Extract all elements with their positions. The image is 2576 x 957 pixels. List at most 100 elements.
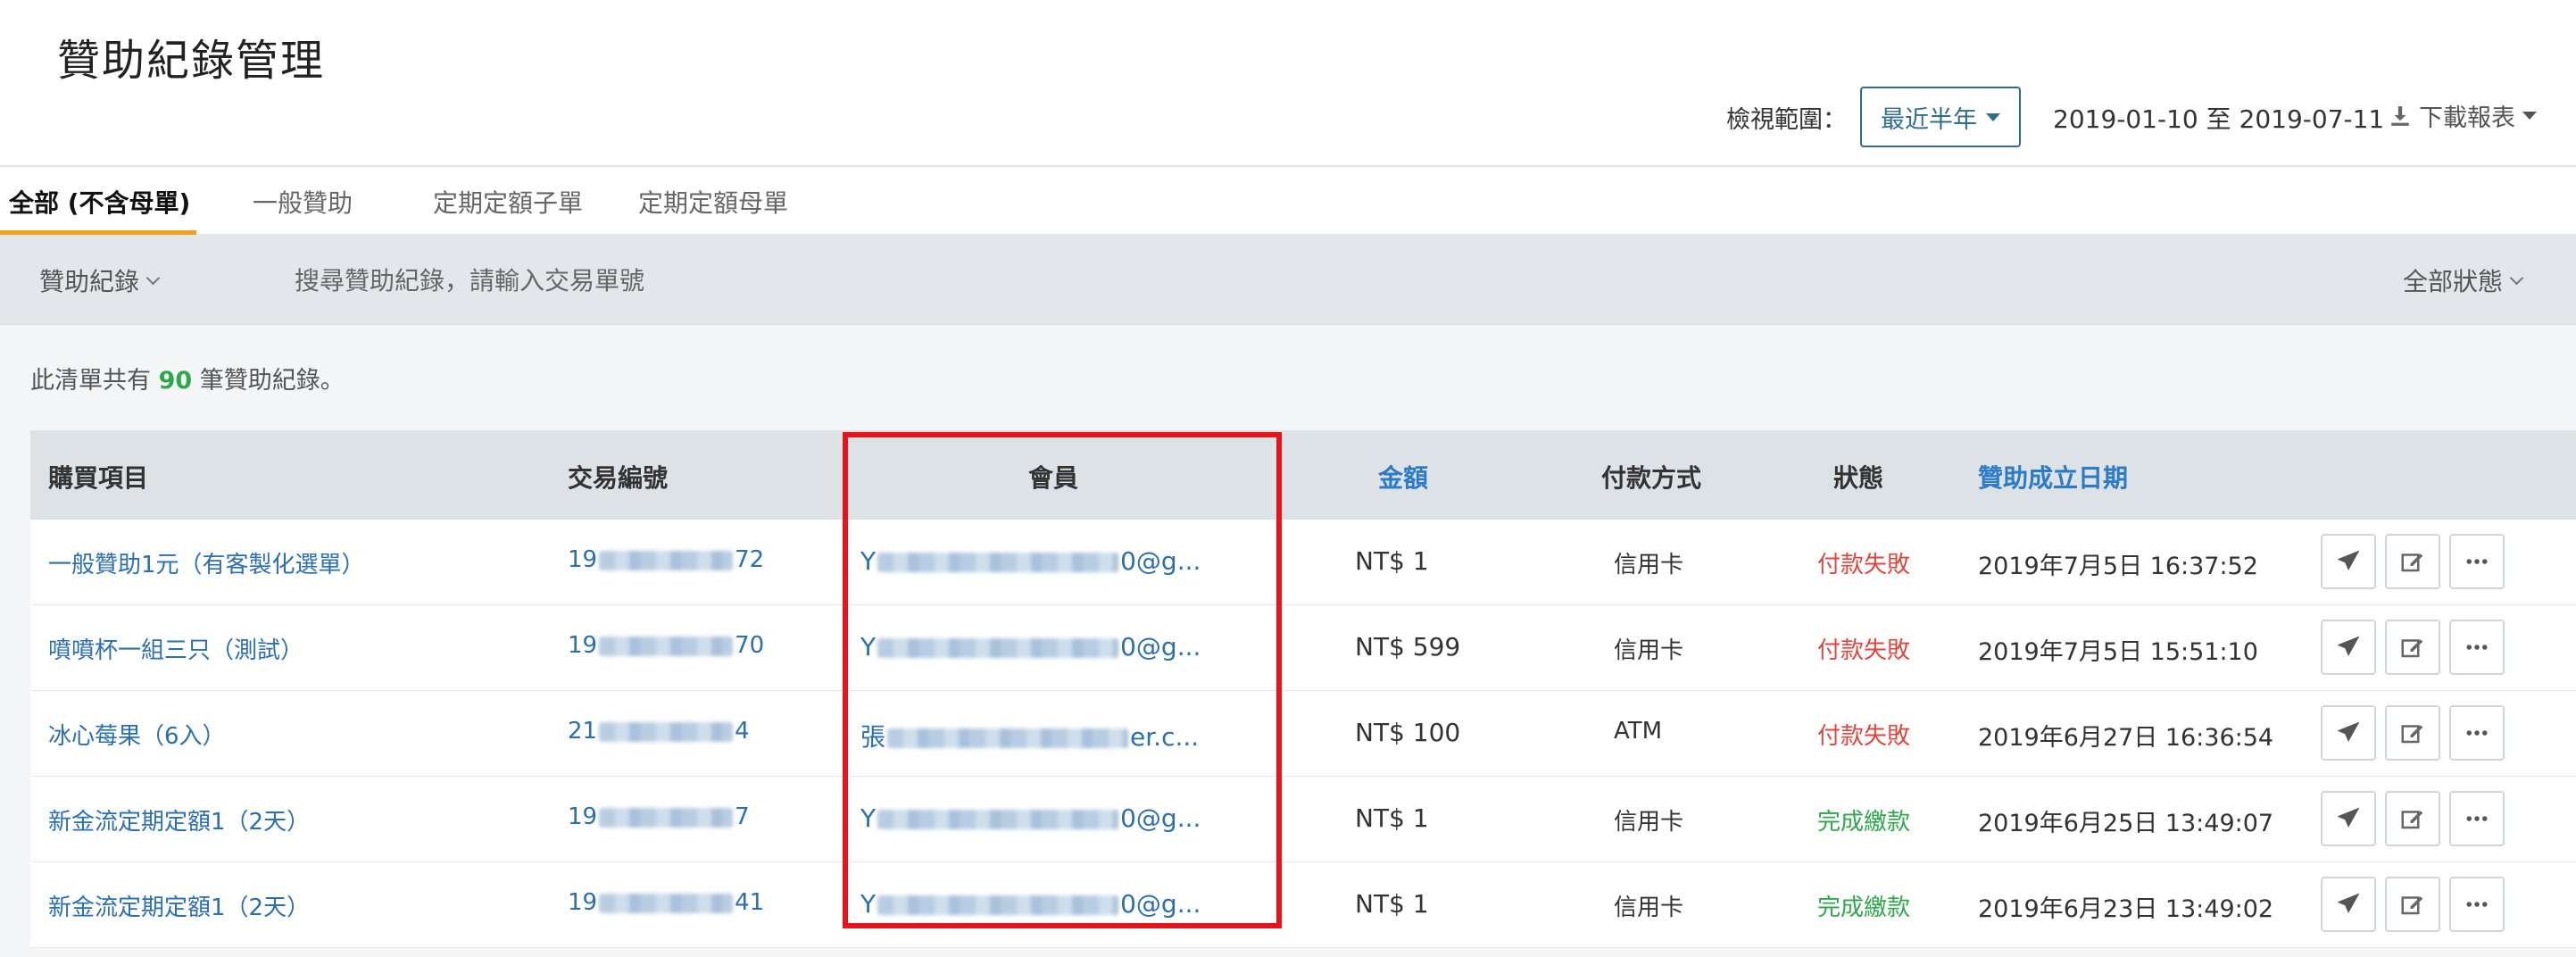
row-actions: [2321, 620, 2505, 675]
range-select[interactable]: 最近半年: [1860, 87, 2021, 147]
chevron-down-icon: [145, 270, 161, 285]
tab-general[interactable]: 一般贊助: [253, 184, 353, 234]
row-date: 2019年6月23日 13:49:02: [1978, 895, 2274, 923]
header-date-sort[interactable]: 贊助成立日期: [1978, 459, 2128, 495]
edit-button[interactable]: [2385, 534, 2440, 589]
member-start: Y: [860, 889, 877, 919]
more-button[interactable]: [2449, 791, 2505, 846]
member-start: Y: [860, 803, 877, 833]
txn-id-end: 72: [735, 546, 765, 573]
edit-button[interactable]: [2385, 620, 2440, 675]
row-payment: 信用卡: [1614, 895, 1684, 921]
row-amount: NT$ 1: [1355, 546, 1429, 576]
edit-button[interactable]: [2385, 705, 2440, 761]
edit-icon: [2401, 725, 2423, 744]
row-amount: NT$ 1: [1355, 889, 1429, 919]
row-item-link[interactable]: 噴噴杯一組三只（測試）: [48, 632, 303, 665]
redacted-block: [877, 638, 1119, 658]
summary-prefix: 此清單共有: [30, 367, 151, 395]
edit-icon: [2401, 896, 2423, 915]
active-tab-indicator: [0, 230, 196, 235]
member-start: Y: [860, 546, 877, 576]
redacted-block: [887, 728, 1129, 748]
edit-button[interactable]: [2385, 791, 2440, 846]
edit-button[interactable]: [2385, 877, 2440, 932]
record-summary: 此清單共有 90 筆贊助紀錄。: [30, 361, 345, 395]
paper-plane-icon: [2337, 636, 2360, 656]
more-dots-icon: [2466, 645, 2488, 650]
send-button[interactable]: [2321, 791, 2376, 846]
table-row: 噴噴杯一組三只（測試） 19 70 Y 0@g... NT$ 599 信用卡 付款失敗 2019…: [30, 605, 2576, 691]
header-txn: 交易編號: [568, 463, 669, 493]
row-payment: 信用卡: [1614, 637, 1684, 664]
send-button[interactable]: [2321, 705, 2376, 761]
more-button[interactable]: [2449, 877, 2505, 932]
record-type-label: 贊助紀錄: [39, 267, 140, 296]
send-button[interactable]: [2321, 877, 2376, 932]
more-button[interactable]: [2449, 620, 2505, 675]
txn-id-end: 4: [735, 718, 750, 745]
tab-all[interactable]: 全部 (不含母單): [9, 184, 190, 234]
more-dots-icon: [2466, 902, 2488, 907]
txn-id-start: 19: [568, 803, 598, 830]
tab-recurring-parent[interactable]: 定期定額母單: [638, 184, 788, 234]
send-button[interactable]: [2321, 534, 2376, 589]
tab-recurring-child[interactable]: 定期定額子單: [433, 184, 583, 234]
record-count: 90: [158, 367, 193, 395]
row-item-link[interactable]: 一般贊助1元（有客製化選單）: [48, 546, 365, 579]
more-dots-icon: [2466, 816, 2488, 821]
row-payment: 信用卡: [1614, 809, 1684, 836]
row-amount: NT$ 100: [1355, 718, 1461, 747]
row-txn-id[interactable]: 19 70: [568, 632, 764, 659]
caret-down-icon: [1986, 112, 2000, 121]
header-status: 狀態: [1833, 463, 1884, 493]
table-row: 一般贊助1元（有客製化選單） 19 72 Y 0@g... NT$ 1 信用卡 付款失敗 201…: [30, 520, 2576, 605]
member-end: 0@g...: [1120, 546, 1201, 576]
row-member-link[interactable]: Y 0@g...: [860, 632, 1244, 662]
txn-id-start: 19: [568, 632, 598, 659]
member-end: 0@g...: [1120, 803, 1201, 833]
more-button[interactable]: [2449, 705, 2505, 761]
member-end: 0@g...: [1120, 889, 1201, 919]
paper-plane-icon: [2337, 893, 2360, 913]
row-member-link[interactable]: 張 er.c...: [860, 718, 1244, 753]
row-amount: NT$ 599: [1355, 632, 1461, 662]
row-txn-id[interactable]: 19 7: [568, 803, 750, 830]
paper-plane-icon: [2337, 550, 2360, 570]
row-item-link[interactable]: 新金流定期定額1（2天）: [48, 889, 310, 922]
table-row: 新金流定期定額1（2天） 19 41 Y 0@g... NT$ 1 信用卡 完成繳款 2019年…: [30, 862, 2576, 948]
member-end: 0@g...: [1120, 632, 1201, 662]
download-icon: [2391, 105, 2409, 126]
row-date: 2019年6月27日 16:36:54: [1978, 724, 2274, 752]
row-txn-id[interactable]: 19 41: [568, 889, 764, 916]
status-filter-dropdown[interactable]: 全部狀態: [2403, 262, 2524, 298]
row-member-link[interactable]: Y 0@g...: [860, 889, 1244, 919]
row-item-link[interactable]: 新金流定期定額1（2天）: [48, 803, 310, 836]
more-dots-icon: [2466, 730, 2488, 736]
row-actions: [2321, 877, 2505, 932]
header-amount-sort[interactable]: 金額: [1378, 459, 1428, 495]
redacted-block: [877, 553, 1119, 572]
txn-id-end: 41: [735, 889, 765, 916]
txn-id-start: 21: [568, 718, 598, 745]
row-member-link[interactable]: Y 0@g...: [860, 546, 1244, 576]
more-button[interactable]: [2449, 534, 2505, 589]
caret-down-icon: [2522, 112, 2537, 120]
send-button[interactable]: [2321, 620, 2376, 675]
record-type-dropdown[interactable]: 贊助紀錄: [39, 262, 161, 298]
row-status: 付款失敗: [1817, 723, 1911, 750]
member-end: er.c...: [1130, 722, 1200, 752]
page-title: 贊助紀錄管理: [57, 36, 326, 86]
search-input[interactable]: [295, 254, 1455, 307]
row-member-link[interactable]: Y 0@g...: [860, 803, 1244, 833]
redacted-block: [877, 810, 1119, 829]
row-txn-id[interactable]: 21 4: [568, 718, 750, 745]
row-item-link[interactable]: 冰心莓果（6入）: [48, 718, 226, 751]
download-report-button[interactable]: 下載報表: [2389, 98, 2537, 133]
filter-toolbar: 贊助紀錄 全部狀態: [0, 236, 2576, 325]
edit-icon: [2401, 639, 2423, 658]
redacted-block: [877, 895, 1119, 915]
row-payment: 信用卡: [1614, 552, 1684, 578]
row-status: 付款失敗: [1817, 637, 1911, 664]
row-txn-id[interactable]: 19 72: [568, 546, 764, 573]
